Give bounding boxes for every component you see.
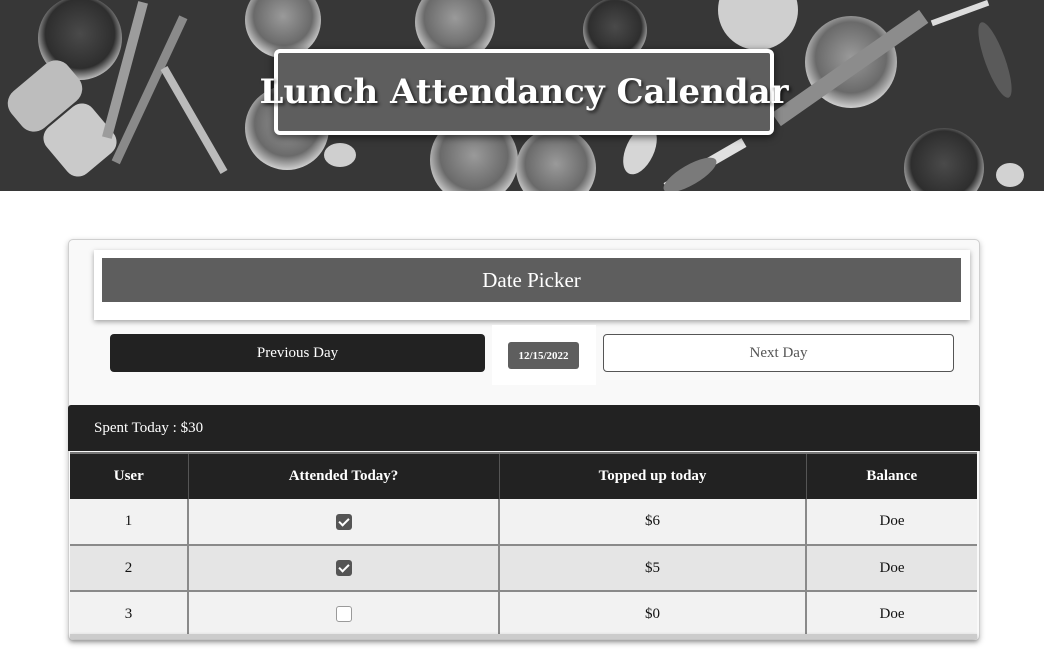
next-day-button[interactable]: Next Day (603, 334, 954, 372)
column-header-balance: Balance (806, 452, 977, 499)
user-cell: 2 (70, 545, 189, 592)
table-bottom-edge (70, 634, 977, 639)
previous-day-button[interactable]: Previous Day (110, 334, 485, 372)
topped-up-cell: $5 (499, 545, 807, 592)
attended-cell (188, 499, 500, 546)
attended-checkbox[interactable] (335, 560, 352, 577)
attended-checkbox[interactable] (335, 606, 352, 623)
balance-cell: Doe (806, 591, 977, 638)
column-header-topped-up: Topped up today (499, 452, 807, 499)
column-header-user: User (70, 452, 189, 499)
spent-today-text: Spent Today : $30 (94, 419, 204, 436)
title-box: Lunch Attendancy Calendar (259, 49, 789, 135)
attended-cell (188, 545, 500, 592)
balance-cell: Doe (806, 499, 977, 546)
table-row: 3 $0 Doe (70, 591, 977, 638)
date-picker-header-frame: Date Picker (94, 250, 970, 320)
attended-cell (188, 591, 500, 638)
table-header-row: User Attended Today? Topped up today Bal… (70, 452, 977, 499)
attended-checkbox[interactable] (335, 513, 352, 530)
date-picker-title: Date Picker (102, 258, 961, 302)
hero-banner: Lunch Attendancy Calendar (0, 0, 1044, 191)
topped-up-cell: $0 (499, 591, 807, 638)
current-date-tab: 12/15/2022 (492, 325, 596, 385)
balance-cell: Doe (806, 545, 977, 592)
topped-up-cell: $6 (499, 499, 807, 546)
user-cell: 1 (70, 499, 189, 546)
attendance-table: User Attended Today? Topped up today Bal… (70, 452, 977, 638)
column-header-attended: Attended Today? (188, 452, 500, 499)
current-date-badge[interactable]: 12/15/2022 (508, 342, 579, 369)
page-title: Lunch Attendancy Calendar (259, 72, 789, 112)
spent-today-bar: Spent Today : $30 (68, 405, 980, 451)
table-row: 2 $5 Doe (70, 545, 977, 592)
user-cell: 3 (70, 591, 189, 638)
table-row: 1 $6 Doe (70, 499, 977, 546)
